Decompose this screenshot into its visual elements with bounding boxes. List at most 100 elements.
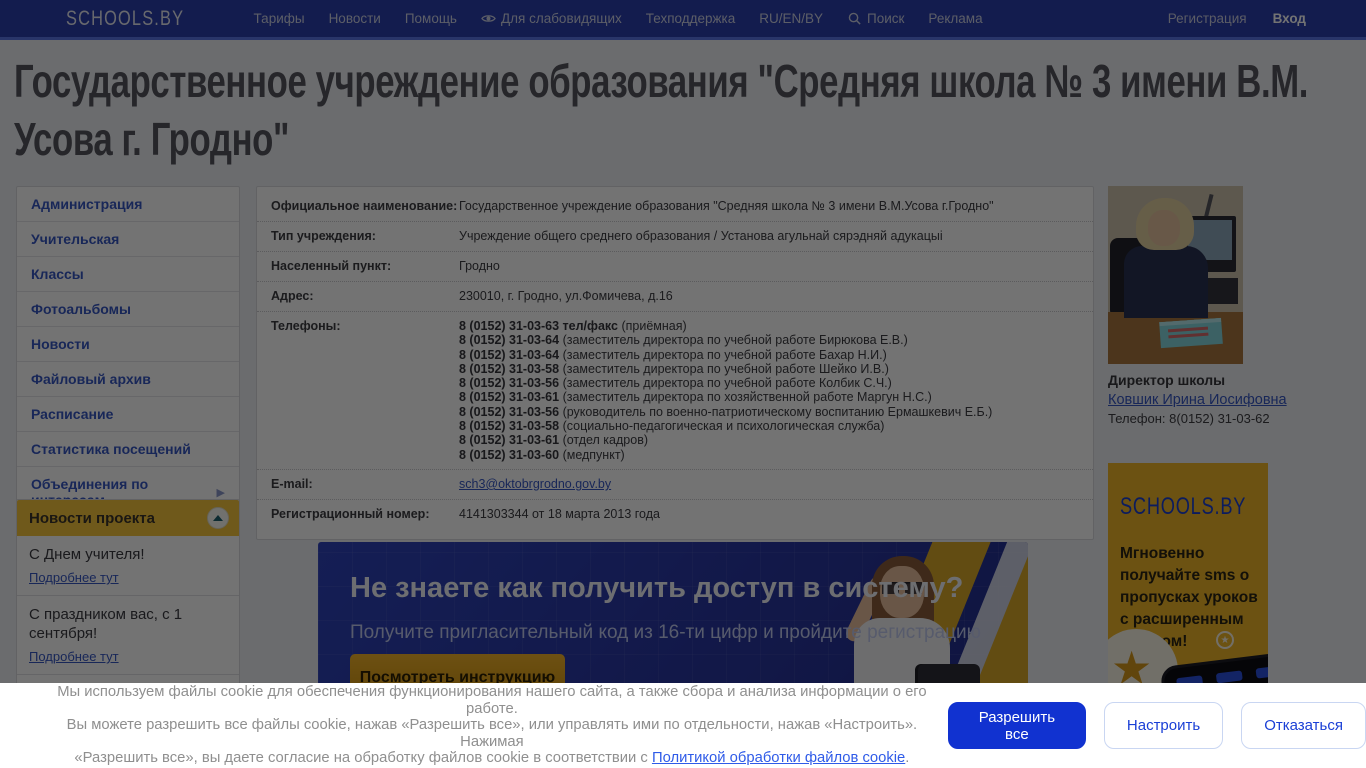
nav-support[interactable]: Техподдержка <box>646 11 735 26</box>
auth-links: Регистрация Вход <box>1168 11 1306 26</box>
page-title: Государственное учреждение образования "… <box>14 55 1309 165</box>
phone-number: 8 (0152) 31-03-64 <box>459 333 560 348</box>
phone-note: (социально-педагогическая и психологичес… <box>562 419 885 434</box>
sidebar-menu-item[interactable]: Расписание ▶ <box>17 396 239 431</box>
info-row-value: Государственное учреждение образования "… <box>459 199 994 213</box>
phone-note: (заместитель директора по учебной работе… <box>562 361 889 376</box>
phone-line: 8 (0152) 31-03-56 (заместитель директора… <box>459 376 1079 390</box>
top-nav: Тарифы Новости Помощь Для слабовидящих Т… <box>254 11 983 26</box>
info-row-label: Адрес: <box>271 289 314 303</box>
phone-number: 8 (0152) 31-03-60 <box>459 447 560 462</box>
news-item-title: С Днем учителя! <box>29 546 145 563</box>
director-name-link[interactable]: Ковшик Ирина Иосифовна <box>1108 392 1287 408</box>
phone-note: (заместитель директора по учебной работе… <box>562 333 908 348</box>
sidebar-menu-item[interactable]: Классы ▶ <box>17 256 239 291</box>
phones-list: 8 (0152) 31-03-63 тел/факс (приёмная) 8 … <box>459 319 1093 462</box>
phone-note: (заместитель директора по учебной работе… <box>562 376 892 391</box>
nav-ads[interactable]: Реклама <box>928 11 982 26</box>
phone-number: 8 (0152) 31-03-63 тел/факс <box>459 319 618 333</box>
info-row-regnumber: Регистрационный номер: 4141303344 от 18 … <box>257 498 1093 529</box>
page-title-wrap: Государственное учреждение образования "… <box>14 52 1358 178</box>
school-info-table: Официальное наименование: Государственно… <box>256 186 1094 540</box>
phone-line: 8 (0152) 31-03-63 тел/факс (приёмная) <box>459 319 1079 333</box>
news-item: С Днем учителя! Подробнее тут <box>17 536 239 595</box>
info-row-label: E-mail: <box>271 476 313 491</box>
news-item: С праздником вас, с 1 сентября! Подробне… <box>17 595 239 674</box>
news-more-link[interactable]: Подробнее тут <box>29 649 119 664</box>
project-news-title: Новости проекта <box>29 509 155 527</box>
phone-line: 8 (0152) 31-03-60 (медпункт) <box>459 448 1079 462</box>
info-row: Адрес: 230010, г. Гродно, ул.Фомичева, д… <box>257 281 1093 311</box>
collapse-button[interactable] <box>207 507 229 529</box>
site-logo[interactable]: SCHOOLS.BY <box>66 7 218 31</box>
info-row-value: 230010, г. Гродно, ул.Фомичева, д.16 <box>459 289 673 303</box>
info-row-value: Учреждение общего среднего образования /… <box>459 229 943 243</box>
info-row-label: Телефоны: <box>271 319 341 333</box>
phone-note: (отдел кадров) <box>562 433 649 448</box>
phone-line: 8 (0152) 31-03-61 (заместитель директора… <box>459 390 1079 404</box>
allow-all-cookies-button[interactable]: Разрешить все <box>947 702 1086 749</box>
chevron-right-icon: ▶ <box>216 486 225 499</box>
nav-visually-impaired[interactable]: Для слабовидящих <box>481 11 622 26</box>
sidebar-menu-item[interactable]: Новости ▶ <box>17 326 239 361</box>
phone-note: (руководитель по военно-патриотическому … <box>562 404 993 419</box>
sidebar-menu-item-label: Файловый архив <box>31 371 151 387</box>
nav-visually-impaired-label: Для слабовидящих <box>500 11 622 26</box>
phone-number: 8 (0152) 31-03-58 <box>459 361 560 376</box>
email-link[interactable]: sch3@oktobrgrodno.gov.by <box>459 477 611 491</box>
nav-news[interactable]: Новости <box>329 11 381 26</box>
phone-number: 8 (0152) 31-03-61 <box>459 433 560 448</box>
site-logo-text: SCHOOLS.BY <box>66 6 185 30</box>
top-navigation-bar: SCHOOLS.BY Тарифы Новости Помощь Для сла… <box>0 0 1366 40</box>
nav-search[interactable]: Поиск <box>847 11 904 26</box>
info-row: Тип учреждения: Учреждение общего средне… <box>257 221 1093 251</box>
star-outline-icon: ★ <box>1216 631 1234 649</box>
phone-line: 8 (0152) 31-03-58 (заместитель директора… <box>459 362 1079 376</box>
info-row-value: 4141303344 от 18 марта 2013 года <box>459 506 660 521</box>
nav-search-label: Поиск <box>867 11 905 26</box>
sidebar-menu-item[interactable]: Учительская ▶ <box>17 221 239 256</box>
sidebar-menu-item[interactable]: Администрация ▶ <box>17 187 239 221</box>
phone-line: 8 (0152) 31-03-64 (заместитель директора… <box>459 348 1079 362</box>
phone-number: 8 (0152) 31-03-64 <box>459 347 560 362</box>
sidebar-menu-item-label: Фотоальбомы <box>31 301 131 317</box>
sidebar-menu-item[interactable]: Фотоальбомы ▶ <box>17 291 239 326</box>
cookie-message-line3: «Разрешить все», вы даете согласие на об… <box>74 750 652 767</box>
phone-number: 8 (0152) 31-03-58 <box>459 419 560 434</box>
banner-subtitle: Получите пригласительный код из 16-ти ци… <box>350 622 981 643</box>
search-icon <box>848 12 861 25</box>
sidebar-menu-item[interactable]: Файловый архив ▶ <box>17 361 239 396</box>
info-row: Официальное наименование: Государственно… <box>257 192 1093 221</box>
phone-note: (заместитель директора по хозяйственной … <box>562 390 932 405</box>
login-link[interactable]: Вход <box>1273 11 1306 26</box>
banner-title: Не знаете как получить доступ в систему? <box>350 572 964 604</box>
info-row-value: Гродно <box>459 259 500 273</box>
configure-cookies-button[interactable]: Настроить <box>1103 702 1224 749</box>
phone-number: 8 (0152) 31-03-56 <box>459 376 560 391</box>
phone-number: 8 (0152) 31-03-56 <box>459 404 560 419</box>
phone-line: 8 (0152) 31-03-64 (заместитель директора… <box>459 333 1079 347</box>
cookie-consent-bar: Мы используем файлы cookie для обеспечен… <box>0 683 1366 768</box>
info-row-phones: Телефоны: 8 (0152) 31-03-63 тел/факс (пр… <box>257 311 1093 469</box>
sidebar-menu-item-label: Администрация <box>31 196 143 212</box>
cookie-policy-link[interactable]: Политикой обработки файлов cookie <box>652 750 905 766</box>
cookie-message-line1: Мы используем файлы cookie для обеспечен… <box>57 684 927 717</box>
sidebar-menu-item-label: Расписание <box>31 406 114 422</box>
sidebar-menu-item-label: Классы <box>31 266 84 282</box>
info-row-label: Официальное наименование: <box>271 199 458 213</box>
registration-link[interactable]: Регистрация <box>1168 11 1247 26</box>
project-news-header: Новости проекта <box>17 500 239 536</box>
news-item-title: С праздником вас, с 1 сентября! <box>29 606 183 642</box>
info-row-label: Тип учреждения: <box>271 229 376 243</box>
sidebar-menu-item[interactable]: Статистика посещений ▶ <box>17 431 239 466</box>
decline-cookies-button[interactable]: Отказаться <box>1241 702 1366 749</box>
nav-help[interactable]: Помощь <box>405 11 457 26</box>
eye-icon <box>481 15 496 22</box>
director-phone: Телефон: 8(0152) 31-03-62 <box>1108 411 1270 426</box>
nav-tariffs[interactable]: Тарифы <box>254 11 305 26</box>
news-more-link[interactable]: Подробнее тут <box>29 570 119 585</box>
phone-line: 8 (0152) 31-03-56 (руководитель по военн… <box>459 405 1079 419</box>
director-role-label: Директор школы <box>1108 372 1226 388</box>
ad-logo-text: SCHOOLS.BY <box>1120 493 1247 520</box>
nav-language-switcher[interactable]: RU/EN/BY <box>759 11 823 26</box>
